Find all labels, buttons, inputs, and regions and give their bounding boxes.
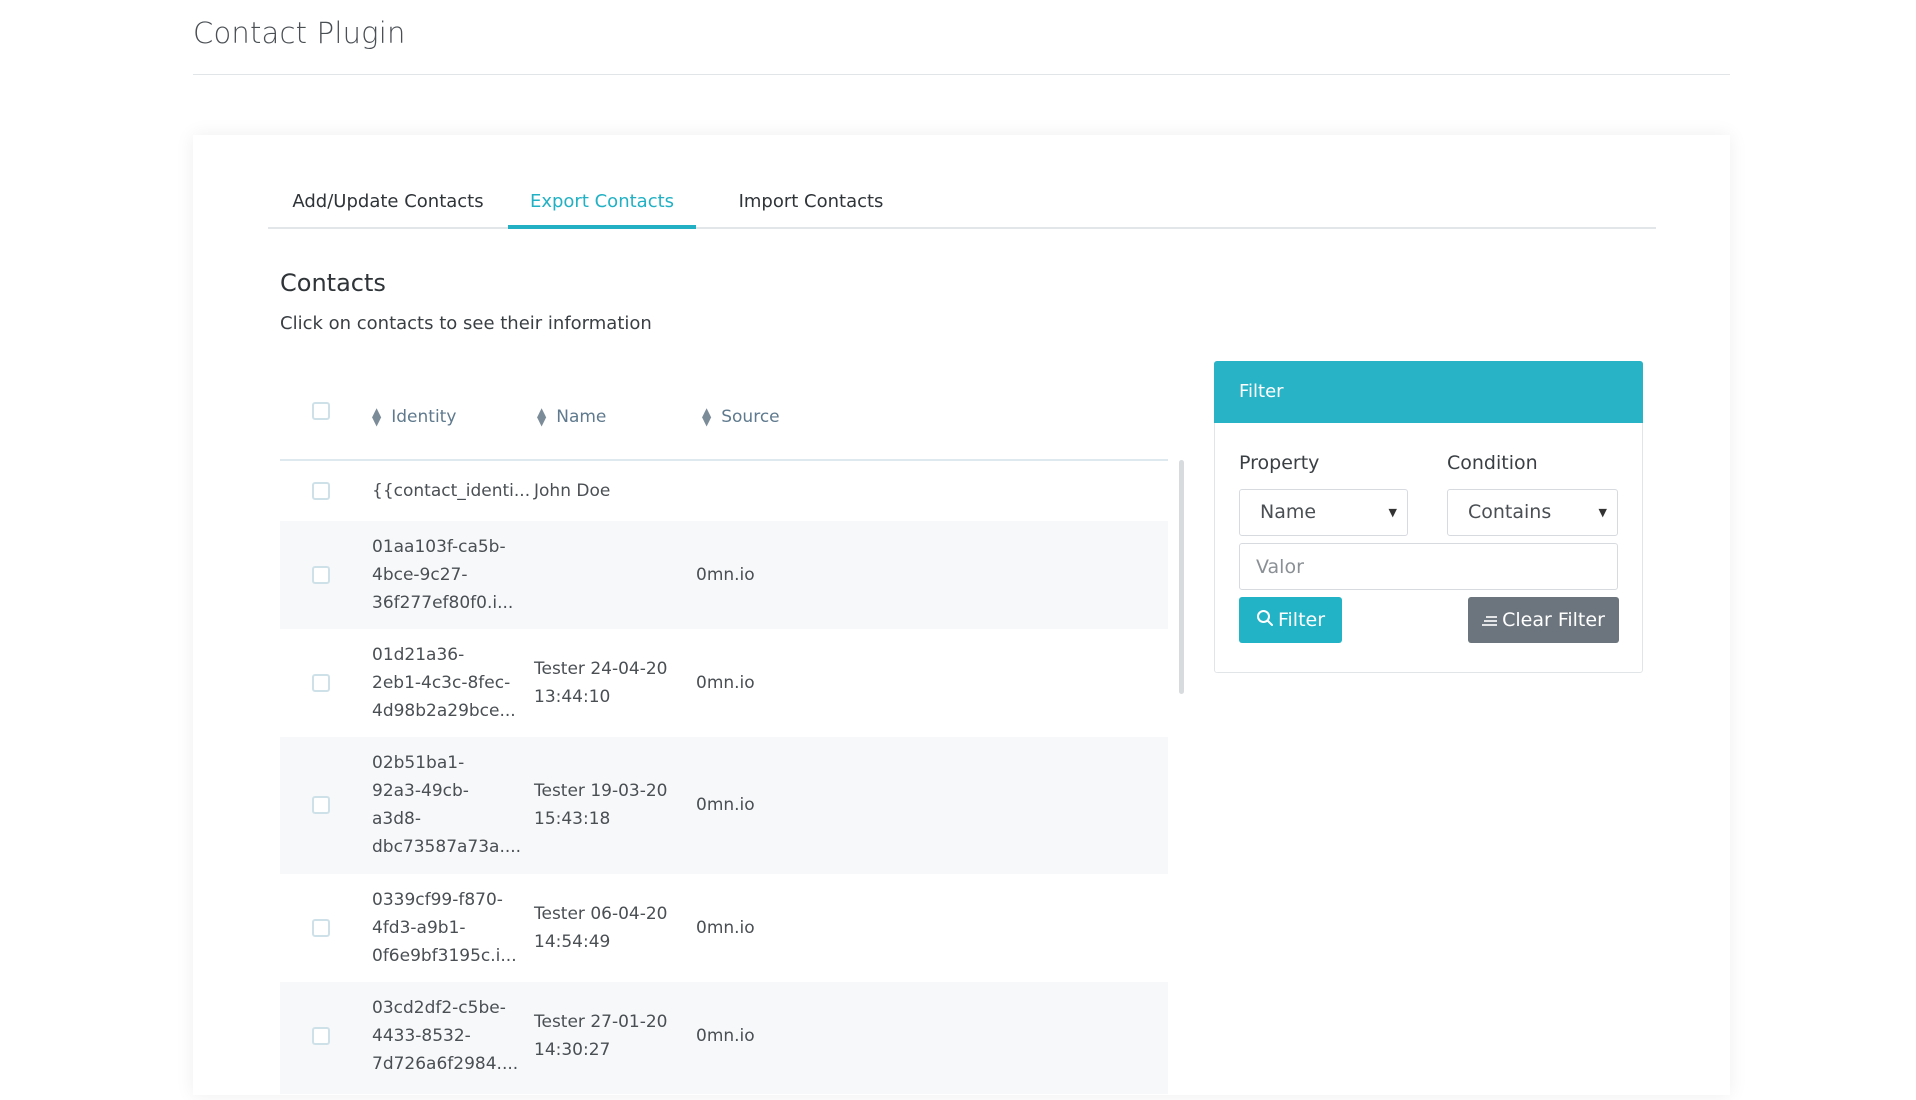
filter-panel-header: Filter — [1214, 361, 1643, 423]
property-select-value: Name — [1260, 501, 1317, 523]
search-icon — [1256, 598, 1274, 644]
table-body: {{contact_identi... John Doe 01aa103f-ca… — [280, 461, 1168, 1094]
table-row[interactable]: 01aa103f-ca5b- 4bce-9c27- 36f277ef80f0.i… — [280, 521, 1168, 629]
sort-icon: ▲ ▼ — [537, 405, 547, 428]
table-row[interactable]: 01d21a36- 2eb1-4c3c-8fec- 4d98b2a29bce..… — [280, 629, 1168, 737]
condition-label: Condition — [1447, 452, 1538, 474]
identity-cell: 01d21a36- 2eb1-4c3c-8fec- 4d98b2a29bce..… — [372, 645, 516, 721]
table-row[interactable]: 02b51ba1- 92a3-49cb- a3d8- dbc73587a73a.… — [280, 737, 1168, 874]
contacts-table: ▲ ▼ Identity ▲ ▼ Name ▲ ▼ Source {{contact_… — [280, 360, 1175, 1100]
tab-import-contacts[interactable]: Import Contacts — [716, 181, 906, 227]
source-cell: 0mn.io — [696, 565, 755, 585]
column-header-name[interactable]: ▲ ▼ Name — [537, 405, 607, 428]
identity-cell: 02b51ba1- 92a3-49cb- a3d8- dbc73587a73a.… — [372, 753, 522, 857]
column-label: Identity — [391, 407, 457, 427]
select-all-checkbox[interactable] — [312, 402, 330, 420]
source-cell: 0mn.io — [696, 1026, 755, 1046]
row-checkbox[interactable] — [312, 919, 330, 937]
table-scrollbar[interactable] — [1179, 460, 1184, 694]
column-header-identity[interactable]: ▲ ▼ Identity — [372, 405, 457, 428]
identity-cell: 01aa103f-ca5b- 4bce-9c27- 36f277ef80f0.i… — [372, 537, 514, 613]
table-row[interactable]: {{contact_identi... John Doe — [280, 461, 1168, 521]
source-cell: 0mn.io — [696, 795, 755, 815]
condition-select-value: Contains — [1468, 501, 1552, 523]
condition-select[interactable]: Contains ▼ — [1447, 489, 1618, 536]
clear-filter-button[interactable]: Clear Filter — [1468, 597, 1619, 643]
property-select[interactable]: Name ▼ — [1239, 489, 1408, 536]
tab-add-update-contacts[interactable]: Add/Update Contacts — [288, 181, 488, 227]
name-cell: Tester 24-04-20 13:44:10 — [534, 659, 668, 707]
table-row[interactable]: 03cd2df2-c5be- 4433-8532- 7d726a6f2984..… — [280, 982, 1168, 1094]
page-title: Contact Plugin — [193, 16, 406, 50]
filter-button-label: Filter — [1277, 609, 1326, 631]
name-cell: Tester 27-01-20 14:30:27 — [534, 1012, 668, 1060]
contacts-subtitle: Click on contacts to see their informati… — [280, 313, 652, 334]
property-label: Property — [1239, 452, 1320, 474]
column-label: Name — [556, 407, 607, 427]
contacts-heading: Contacts — [280, 269, 386, 297]
identity-cell: 0339cf99-f870- 4fd3-a9b1- 0f6e9bf3195c.i… — [372, 890, 517, 966]
row-checkbox[interactable] — [312, 796, 330, 814]
caret-down-icon: ▼ — [1388, 506, 1397, 519]
column-header-source[interactable]: ▲ ▼ Source — [702, 405, 780, 428]
tab-bar: Add/Update Contacts Export Contacts Impo… — [268, 181, 1656, 229]
source-cell: 0mn.io — [696, 673, 755, 693]
name-cell: Tester 19-03-20 15:43:18 — [534, 781, 668, 829]
name-cell: Tester 06-04-20 14:54:49 — [534, 904, 668, 952]
identity-cell: {{contact_identi... — [372, 481, 531, 501]
name-cell: John Doe — [534, 481, 611, 501]
row-checkbox[interactable] — [312, 674, 330, 692]
sort-icon: ▲ ▼ — [372, 405, 382, 428]
filter-button[interactable]: Filter — [1239, 597, 1342, 643]
table-header: ▲ ▼ Identity ▲ ▼ Name ▲ ▼ Source — [280, 360, 1168, 461]
title-divider — [193, 74, 1730, 75]
table-row[interactable]: 0339cf99-f870- 4fd3-a9b1- 0f6e9bf3195c.i… — [280, 874, 1168, 982]
clear-filter-button-label: Clear Filter — [1502, 609, 1605, 631]
lines-icon — [1482, 598, 1498, 644]
active-tab-indicator — [508, 225, 696, 229]
filter-panel: Filter Property Condition Name ▼ Contain… — [1214, 361, 1643, 673]
row-checbox[interactable] — [312, 566, 330, 584]
caret-down-icon: ▼ — [1598, 506, 1607, 519]
column-label: Source — [721, 407, 780, 427]
contacts-card: Add/Update Contacts Export Contacts Impo… — [193, 135, 1730, 1095]
tab-export-contacts[interactable]: Export Contacts — [508, 181, 696, 227]
source-cell: 0mn.io — [696, 918, 755, 938]
row-checkbox[interactable] — [312, 1027, 330, 1045]
sort-icon: ▲ ▼ — [702, 405, 712, 428]
row-checkbox[interactable] — [312, 482, 330, 500]
identity-cell: 03cd2df2-c5be- 4433-8532- 7d726a6f2984..… — [372, 998, 519, 1074]
value-input[interactable] — [1239, 543, 1618, 590]
